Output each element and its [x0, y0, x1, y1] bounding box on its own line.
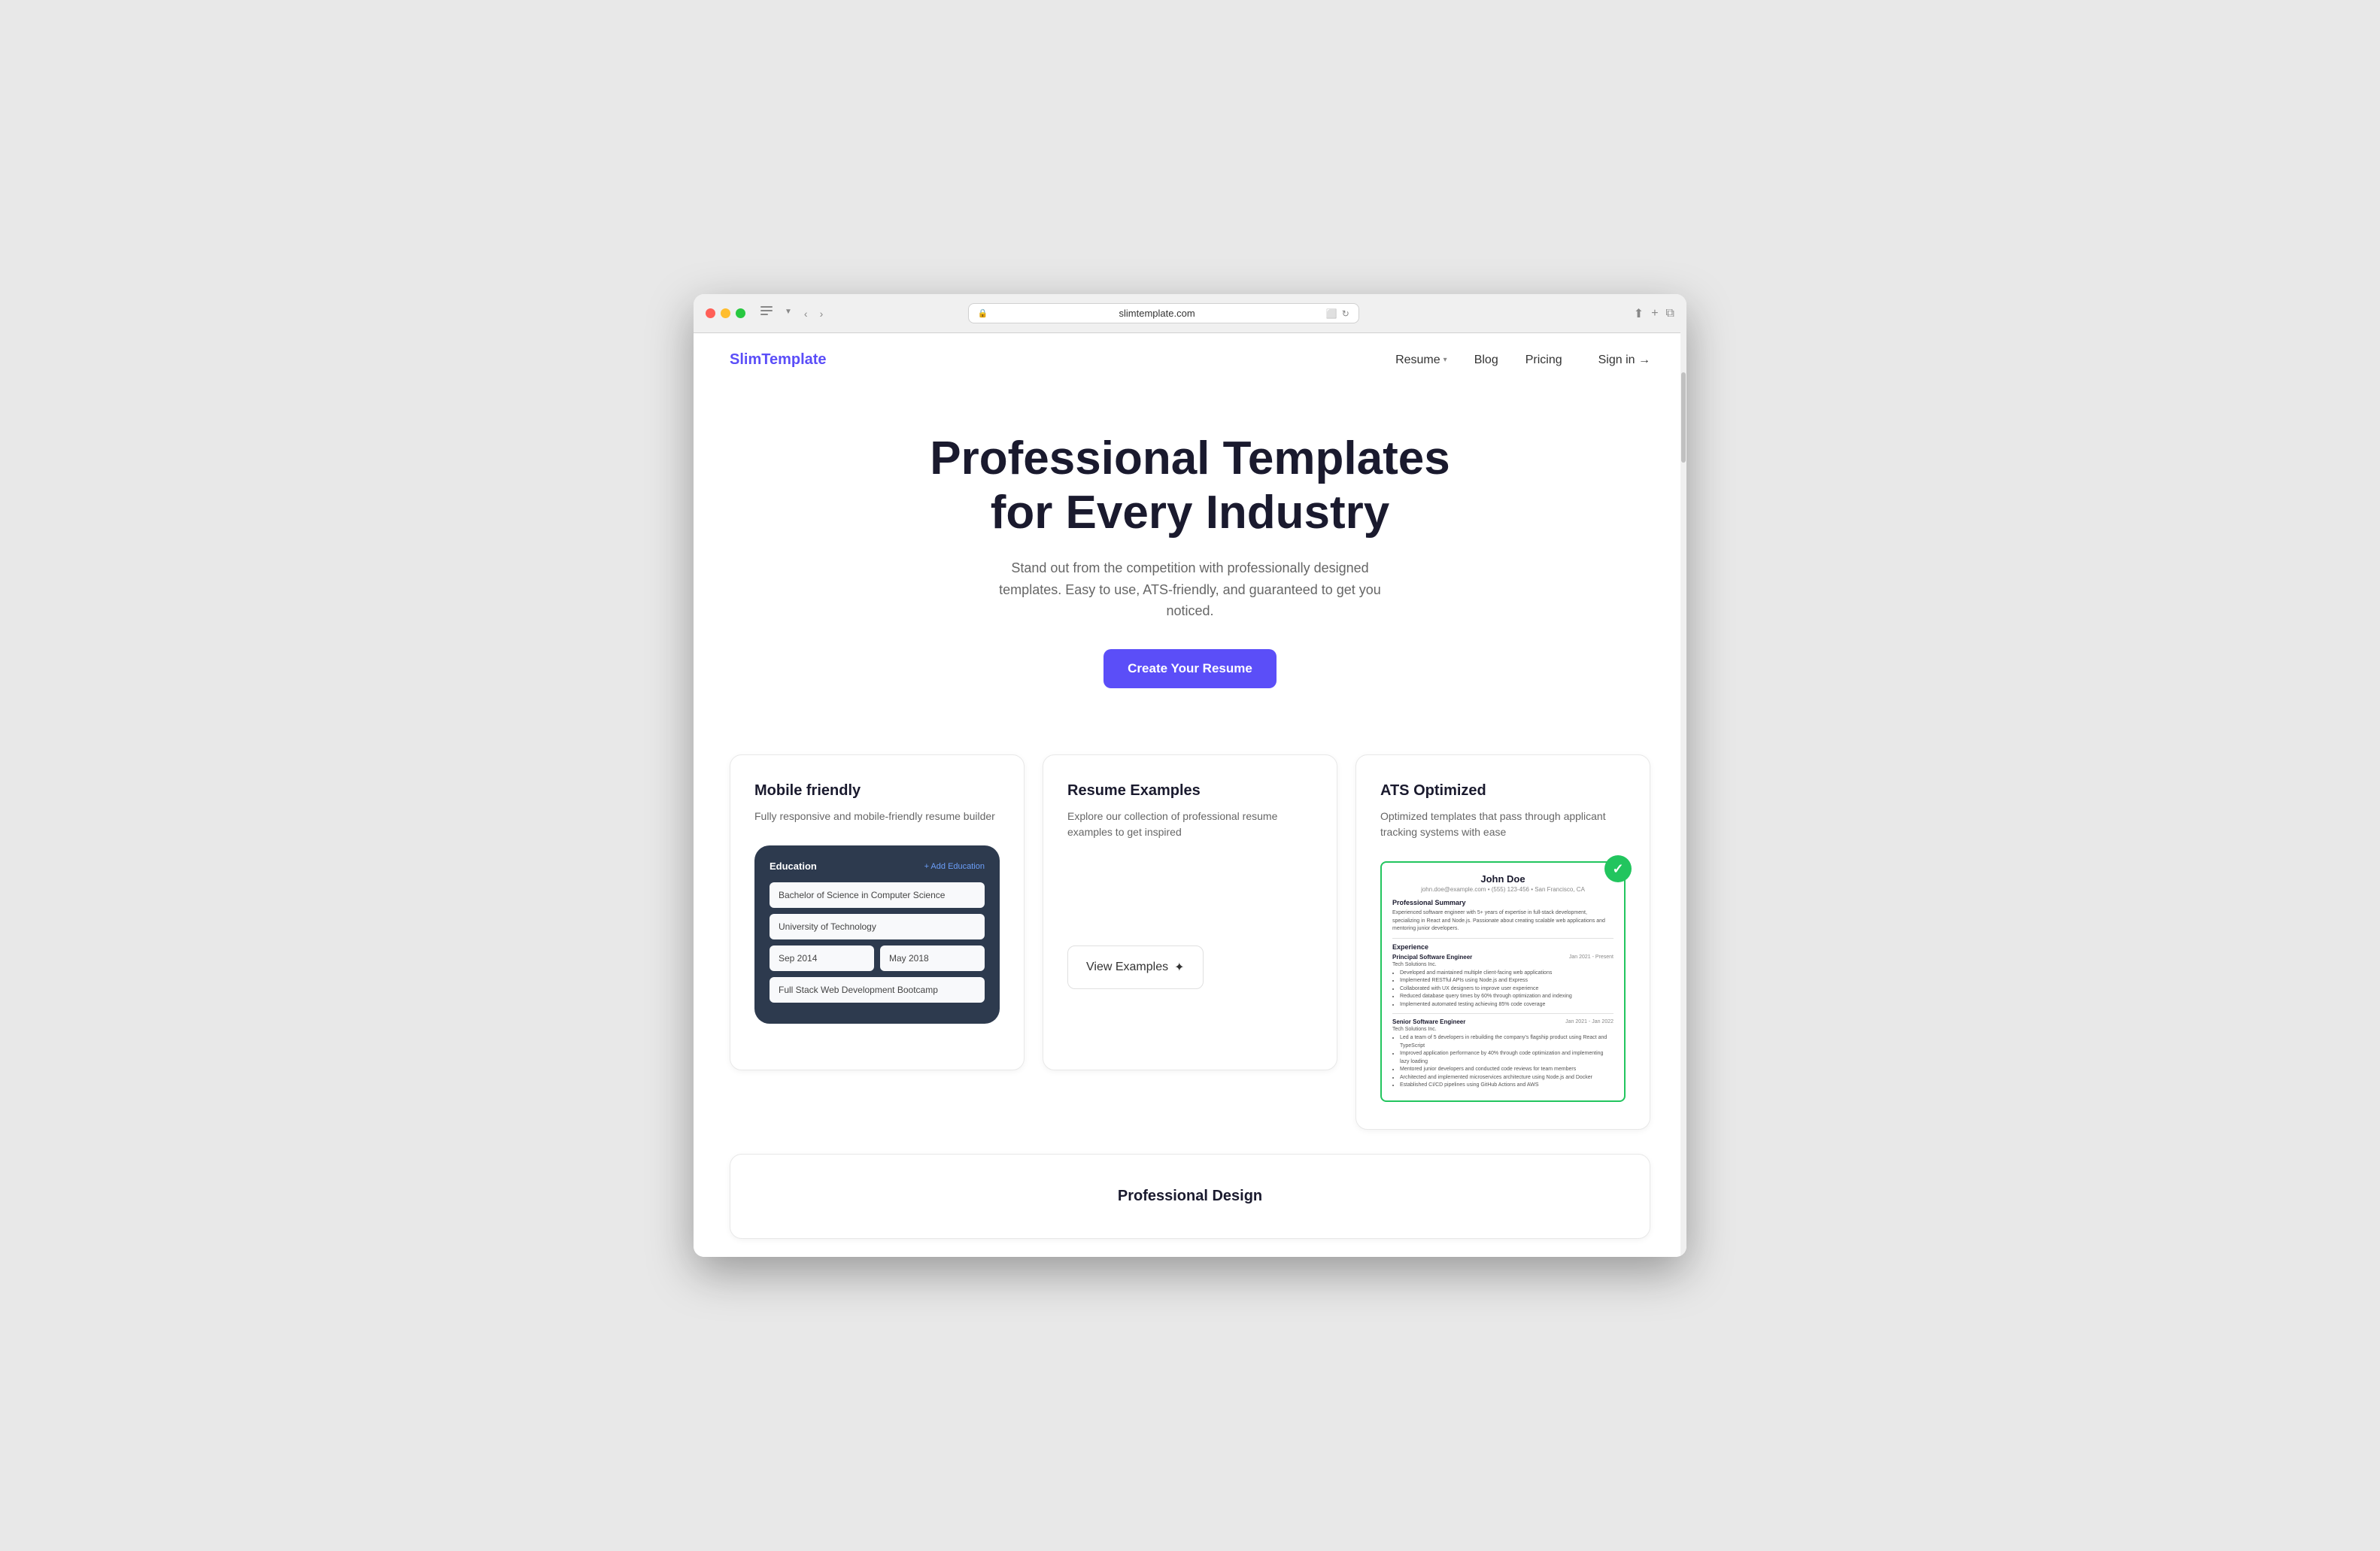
card-title-ats: ATS Optimized — [1380, 782, 1626, 800]
nav-signin[interactable]: Sign in → — [1598, 354, 1650, 367]
ats-divider-2 — [1392, 1013, 1613, 1014]
new-tab-icon[interactable]: + — [1651, 307, 1658, 320]
form-dates-row: Sep 2014 May 2018 — [770, 945, 985, 971]
professional-design-title: Professional Design — [754, 1176, 1626, 1217]
card-desc-examples: Explore our collection of professional r… — [1067, 809, 1313, 840]
sparkle-icon: ✦ — [1174, 960, 1184, 975]
card-title-mobile: Mobile friendly — [754, 782, 1000, 800]
ats-job-1-bullets: Developed and maintained multiple client… — [1392, 970, 1613, 1009]
ats-resume-contact: john.doe@example.com • (555) 123-456 • S… — [1392, 886, 1613, 893]
nav-link-resume[interactable]: Resume ▾ — [1395, 354, 1447, 367]
card-title-examples: Resume Examples — [1067, 782, 1313, 800]
address-bar[interactable]: 🔒 slimtemplate.com ⬜ ↻ — [968, 303, 1359, 323]
nav-link-blog[interactable]: Blog — [1474, 354, 1498, 367]
scrollbar-thumb[interactable] — [1681, 372, 1686, 463]
back-button[interactable]: ‹ — [801, 306, 811, 321]
chevron-down-icon: ▼ — [782, 306, 795, 321]
mobile-friendly-card: Mobile friendly Fully responsive and mob… — [730, 754, 1025, 1070]
ats-job-1-company: Tech Solutions Inc. — [1392, 962, 1613, 967]
scrollbar[interactable] — [1680, 324, 1686, 1256]
cast-icon: ⬜ — [1326, 308, 1337, 319]
card-desc-mobile: Fully responsive and mobile-friendly res… — [754, 809, 1000, 824]
traffic-lights — [706, 308, 745, 318]
form-field-start-date[interactable]: Sep 2014 — [770, 945, 874, 971]
ats-check-badge: ✓ — [1604, 855, 1632, 882]
url-text: slimtemplate.com — [992, 308, 1321, 319]
add-education-button[interactable]: + Add Education — [924, 862, 985, 871]
view-examples-button[interactable]: View Examples ✦ — [1067, 945, 1204, 989]
hero-section: Professional Templates for Every Industr… — [694, 387, 1686, 718]
hero-title: Professional Templates for Every Industr… — [908, 432, 1472, 539]
ats-bullet: Architected and implemented microservice… — [1400, 1074, 1613, 1082]
traffic-light-red[interactable] — [706, 308, 715, 318]
forward-button[interactable]: › — [817, 306, 827, 321]
form-section-title: Education — [770, 860, 817, 872]
ats-job-2-bullets: Led a team of 5 developers in rebuilding… — [1392, 1034, 1613, 1090]
ats-summary-text: Experienced software engineer with 5+ ye… — [1392, 909, 1613, 933]
ats-bullet: Collaborated with UX designers to improv… — [1400, 985, 1613, 994]
chevron-icon: ▾ — [1443, 356, 1447, 364]
resume-examples-card: Resume Examples Explore our collection o… — [1043, 754, 1337, 1070]
ats-job-1-header: Principal Software Engineer Jan 2021 - P… — [1392, 954, 1613, 961]
mobile-form-preview: Education + Add Education Bachelor of Sc… — [754, 845, 1000, 1024]
ats-bullet: Reduced database query times by 60% thro… — [1400, 993, 1613, 1001]
ats-resume-name: John Doe — [1392, 873, 1613, 885]
ats-bullet: Developed and maintained multiple client… — [1400, 970, 1613, 978]
form-section-header: Education + Add Education — [770, 860, 985, 872]
form-field-degree[interactable]: Bachelor of Science in Computer Science — [770, 882, 985, 908]
traffic-light-yellow[interactable] — [721, 308, 730, 318]
ats-bullet: Improved application performance by 40% … — [1400, 1050, 1613, 1066]
ats-job-2-title: Senior Software Engineer — [1392, 1018, 1465, 1025]
lock-icon: 🔒 — [978, 308, 988, 318]
sidebar-toggle-icon[interactable] — [760, 306, 773, 315]
browser-window: ▼ ‹ › 🔒 slimtemplate.com ⬜ ↻ ⬆ + ⧉ SlimT… — [694, 294, 1686, 1256]
share-icon[interactable]: ⬆ — [1634, 306, 1644, 321]
hero-subtitle: Stand out from the competition with prof… — [979, 557, 1401, 622]
create-resume-button[interactable]: Create Your Resume — [1103, 649, 1277, 688]
ats-job-1-dates: Jan 2021 - Present — [1569, 955, 1613, 960]
ats-optimized-card: ATS Optimized Optimized templates that p… — [1355, 754, 1650, 1130]
browser-controls: ▼ ‹ › — [760, 306, 826, 321]
ats-summary-title: Professional Summary — [1392, 899, 1613, 906]
form-field-bootcamp[interactable]: Full Stack Web Development Bootcamp — [770, 977, 985, 1003]
address-bar-icons: ⬜ ↻ — [1326, 308, 1349, 319]
view-examples-label: View Examples — [1086, 961, 1168, 974]
ats-bullet: Established CI/CD pipelines using GitHub… — [1400, 1082, 1613, 1090]
ats-bullet: Implemented RESTful APIs using Node.js a… — [1400, 977, 1613, 985]
ats-job-2-dates: Jan 2021 - Jan 2022 — [1565, 1019, 1613, 1024]
ats-experience-title: Experience — [1392, 943, 1613, 951]
browser-actions: ⬆ + ⧉ — [1634, 306, 1674, 321]
page-content: SlimTemplate Resume ▾ Blog Pricing Sign … — [694, 333, 1686, 1256]
professional-design-card: Professional Design — [730, 1154, 1650, 1239]
form-field-university[interactable]: University of Technology — [770, 914, 985, 939]
bottom-section: Professional Design — [694, 1154, 1686, 1257]
nav-link-pricing[interactable]: Pricing — [1525, 354, 1562, 367]
form-field-end-date[interactable]: May 2018 — [880, 945, 985, 971]
ats-resume-preview: ✓ John Doe john.doe@example.com • (555) … — [1380, 861, 1626, 1102]
ats-job-2-header: Senior Software Engineer Jan 2021 - Jan … — [1392, 1018, 1613, 1025]
ats-divider-1 — [1392, 938, 1613, 939]
navbar: SlimTemplate Resume ▾ Blog Pricing Sign … — [694, 333, 1686, 387]
card-desc-ats: Optimized templates that pass through ap… — [1380, 809, 1626, 840]
nav-logo[interactable]: SlimTemplate — [730, 351, 827, 369]
ats-bullet: Implemented automated testing achieving … — [1400, 1001, 1613, 1009]
ats-job-1-title: Principal Software Engineer — [1392, 954, 1472, 961]
ats-bullet: Led a team of 5 developers in rebuilding… — [1400, 1034, 1613, 1050]
ats-job-2-company: Tech Solutions Inc. — [1392, 1027, 1613, 1032]
ats-bullet: Mentored junior developers and conducted… — [1400, 1066, 1613, 1074]
traffic-light-green[interactable] — [736, 308, 745, 318]
cards-section: Mobile friendly Fully responsive and mob… — [694, 718, 1686, 1154]
windows-icon[interactable]: ⧉ — [1666, 307, 1674, 320]
nav-links: Resume ▾ Blog Pricing — [1395, 354, 1562, 367]
browser-chrome: ▼ ‹ › 🔒 slimtemplate.com ⬜ ↻ ⬆ + ⧉ — [694, 294, 1686, 333]
refresh-icon[interactable]: ↻ — [1342, 308, 1349, 319]
